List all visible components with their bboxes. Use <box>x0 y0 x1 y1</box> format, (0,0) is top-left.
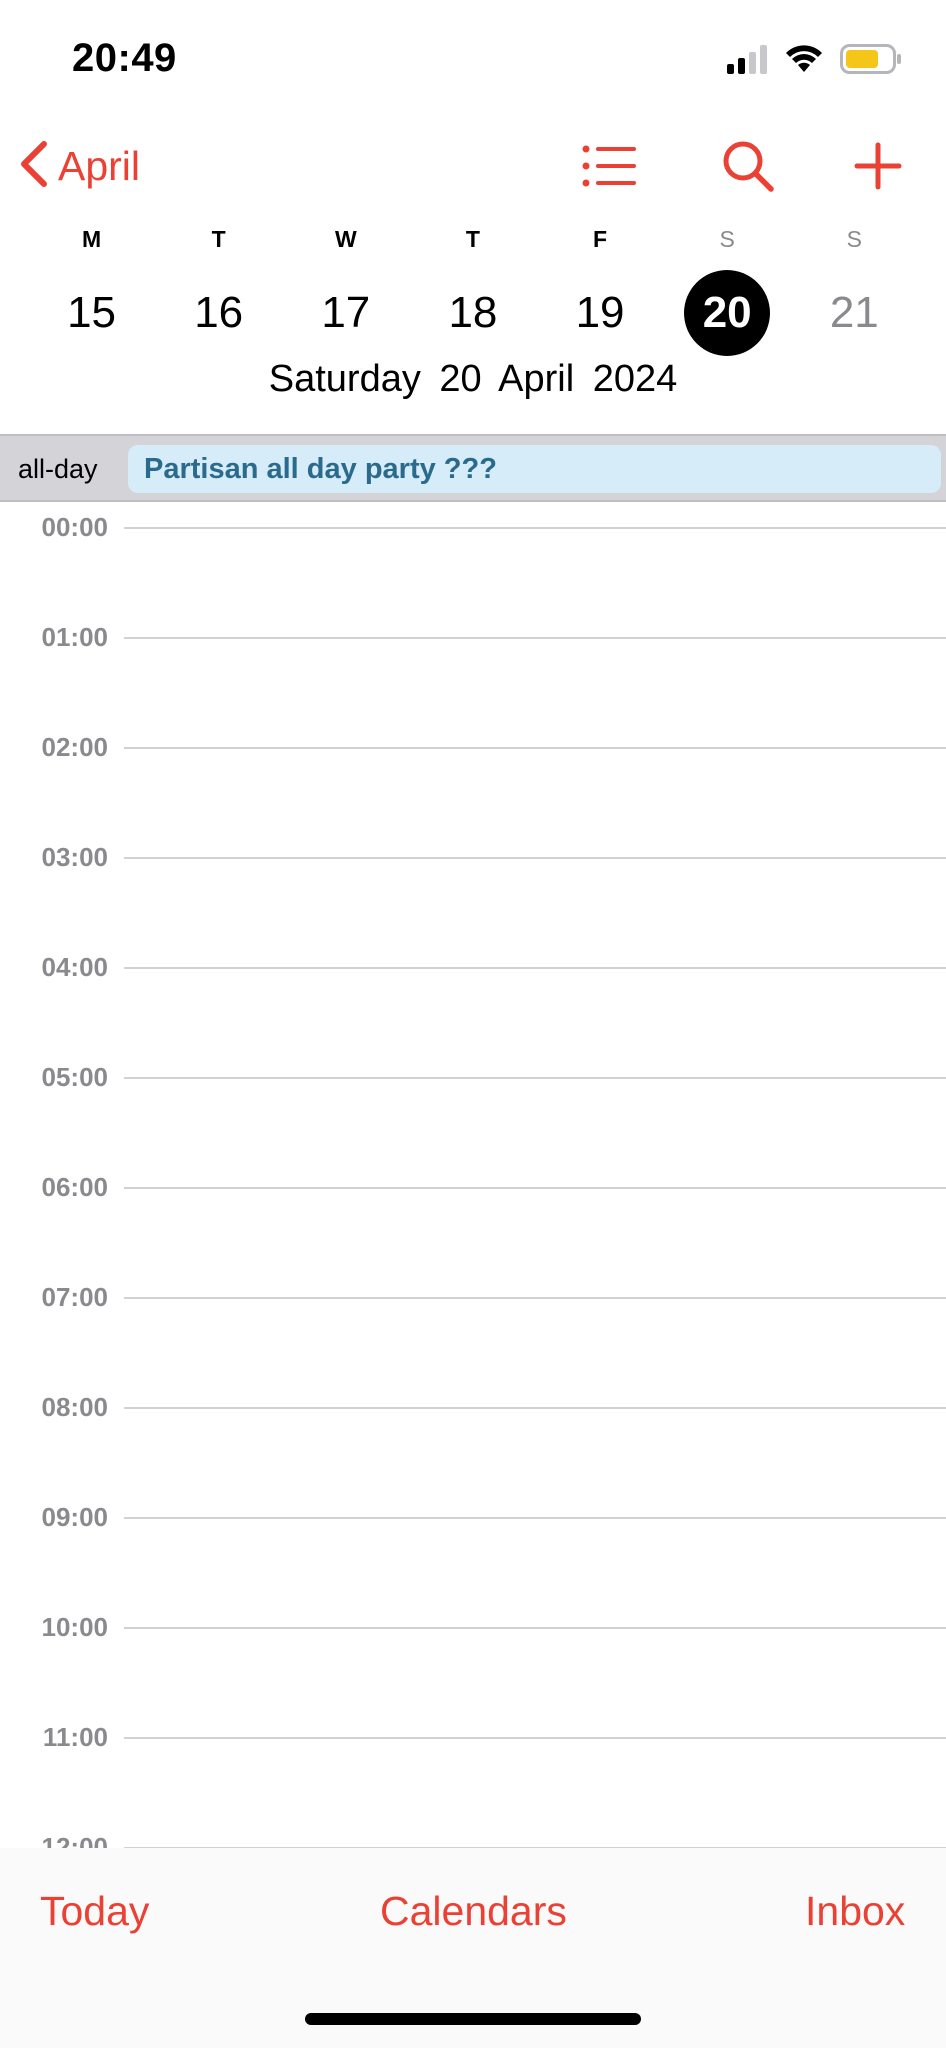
hour-divider <box>124 527 946 529</box>
status-time: 20:49 <box>72 36 177 80</box>
hour-divider <box>124 1627 946 1629</box>
date-number: 15 <box>67 288 117 337</box>
hour-divider <box>124 637 946 639</box>
hour-label: 10:00 <box>41 1612 109 1642</box>
list-icon <box>582 144 638 193</box>
hour-label: 02:00 <box>41 732 109 762</box>
hour-row: 08:00 <box>0 1392 946 1422</box>
hour-divider <box>124 1187 946 1189</box>
hour-divider <box>124 967 946 969</box>
date-cell[interactable]: 17 <box>282 268 409 358</box>
hour-row: 03:00 <box>0 842 946 872</box>
hour-label: 05:00 <box>41 1062 109 1092</box>
hour-row: 04:00 <box>0 952 946 982</box>
calendar-day-screen: 20:49 April M T W T F S S 15 16 17 18 19… <box>0 0 946 2048</box>
day-timeline[interactable]: 00:00 01:00 02:00 03:00 04:00 05:00 06:0… <box>0 502 946 1848</box>
date-number: 17 <box>321 288 371 337</box>
home-indicator[interactable] <box>305 2013 641 2025</box>
search-button[interactable] <box>712 132 784 204</box>
weekday-label: F <box>593 226 608 252</box>
hour-row: 09:00 <box>0 1502 946 1532</box>
date-number: 19 <box>575 288 625 337</box>
hour-row: 11:00 <box>0 1722 946 1752</box>
date-number: 16 <box>194 288 244 337</box>
hour-label: 03:00 <box>41 842 109 872</box>
hour-divider <box>124 857 946 859</box>
weekday-label: T <box>465 226 480 252</box>
navigation-bar: April <box>0 130 946 202</box>
hour-divider <box>124 1297 946 1299</box>
list-view-button[interactable] <box>574 132 646 204</box>
chevron-left-icon <box>18 140 50 193</box>
weekday-header: M T W T F S S <box>28 226 918 258</box>
hour-row: 06:00 <box>0 1172 946 1202</box>
date-number: 18 <box>448 288 498 337</box>
add-event-button[interactable] <box>842 132 914 204</box>
weekday-label: S <box>719 226 735 252</box>
hour-label: 07:00 <box>41 1282 109 1312</box>
date-number: 21 <box>829 288 879 337</box>
weekday-label: S <box>846 226 862 252</box>
search-icon <box>721 139 775 198</box>
weekday-label: W <box>334 226 357 252</box>
all-day-event[interactable]: Partisan all day party ??? <box>128 445 941 493</box>
selected-full-date: Saturday 20 April 2024 <box>268 358 678 400</box>
hour-row: 12:00 <box>0 1832 946 1848</box>
hour-label: 11:00 <box>42 1722 108 1752</box>
date-cell[interactable]: 15 <box>28 268 155 358</box>
hour-row: 02:00 <box>0 732 946 762</box>
hour-label: 06:00 <box>41 1172 109 1202</box>
hour-label: 08:00 <box>41 1392 109 1422</box>
date-number: 20 <box>684 270 771 356</box>
hour-label: 00:00 <box>41 512 109 542</box>
wifi-icon <box>784 44 824 79</box>
hour-label: 12:00 <box>41 1832 109 1848</box>
back-label: April <box>58 142 141 189</box>
battery-icon <box>840 43 902 79</box>
all-day-section: all-day Partisan all day party ??? <box>0 434 946 502</box>
date-cell-selected[interactable]: 20 <box>664 268 791 358</box>
hour-row: 01:00 <box>0 622 946 652</box>
date-cell[interactable]: 19 <box>537 268 664 358</box>
hour-divider <box>124 1737 946 1739</box>
weekday-label: M <box>81 226 102 252</box>
date-cell[interactable]: 18 <box>409 268 536 358</box>
weekday-label: T <box>211 226 226 252</box>
hour-row: 05:00 <box>0 1062 946 1092</box>
hour-row: 10:00 <box>0 1612 946 1642</box>
cellular-signal-icon <box>726 44 768 79</box>
back-to-month-button[interactable]: April <box>18 136 140 196</box>
all-day-label: all-day <box>18 454 98 484</box>
date-cell[interactable]: 16 <box>155 268 282 358</box>
hour-label: 01:00 <box>41 622 109 652</box>
hour-divider <box>124 1517 946 1519</box>
calendars-button[interactable]: Calendars <box>380 1888 567 1935</box>
plus-icon <box>854 142 902 195</box>
status-icons <box>726 42 902 80</box>
hour-row: 00:00 <box>0 512 946 542</box>
hour-divider <box>124 1077 946 1079</box>
hour-divider <box>124 1407 946 1409</box>
today-button[interactable]: Today <box>40 1888 149 1935</box>
hour-label: 09:00 <box>41 1502 109 1532</box>
date-cell[interactable]: 21 <box>791 268 918 358</box>
hour-label: 04:00 <box>41 952 109 982</box>
hour-row: 07:00 <box>0 1282 946 1312</box>
inbox-button[interactable]: Inbox <box>805 1888 905 1935</box>
status-bar: 20:49 <box>0 0 946 120</box>
hour-divider <box>124 747 946 749</box>
week-date-strip: 15 16 17 18 19 20 21 <box>28 268 918 358</box>
